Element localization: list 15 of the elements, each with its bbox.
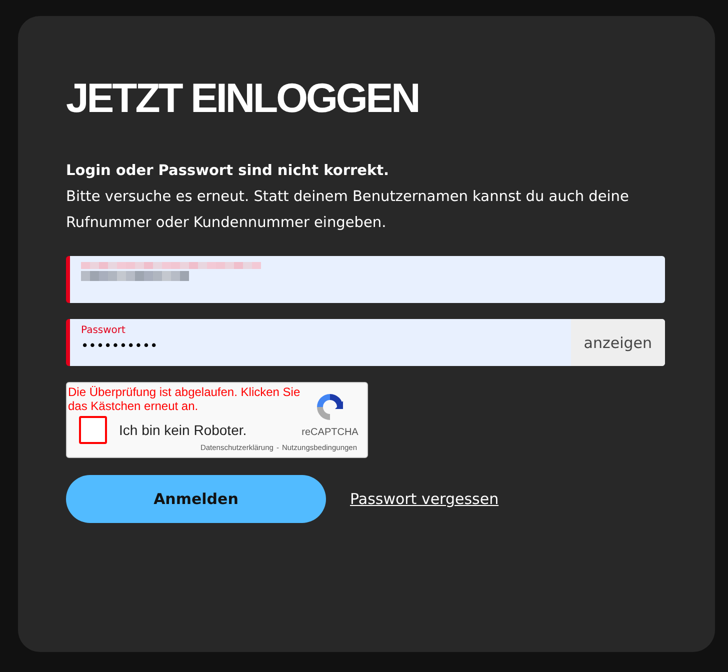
password-value: •••••••••• <box>81 338 158 356</box>
error-title: Login oder Passwort sind nicht korrekt. <box>66 162 390 181</box>
recaptcha-logo-icon <box>314 391 346 423</box>
page-heading: JETZT EINLOGGEN <box>66 76 420 120</box>
recaptcha-brand: reCAPTCHA <box>302 427 358 438</box>
captcha-error: Die Überprüfung ist abgelaufen. Klicken Sie das Kästchen erneut an. <box>68 385 302 413</box>
show-password-button[interactable]: anzeigen <box>570 319 665 366</box>
forgot-password-link[interactable]: Passwort vergessen <box>350 490 499 508</box>
captcha-label: Ich bin kein Roboter. <box>119 422 247 438</box>
captcha-checkbox[interactable] <box>79 416 107 444</box>
field-label: Passwort <box>81 324 126 337</box>
login-button[interactable]: Anmelden <box>66 475 326 523</box>
login-field[interactable] <box>66 256 665 303</box>
password-field[interactable]: Passwort •••••••••• anzeigen <box>66 319 665 366</box>
error-message: Bitte versuche es erneut. Statt deinem Benutzernamen kannst du auch deine Rufnummer oder Kundennummer eingeben. <box>66 188 630 233</box>
